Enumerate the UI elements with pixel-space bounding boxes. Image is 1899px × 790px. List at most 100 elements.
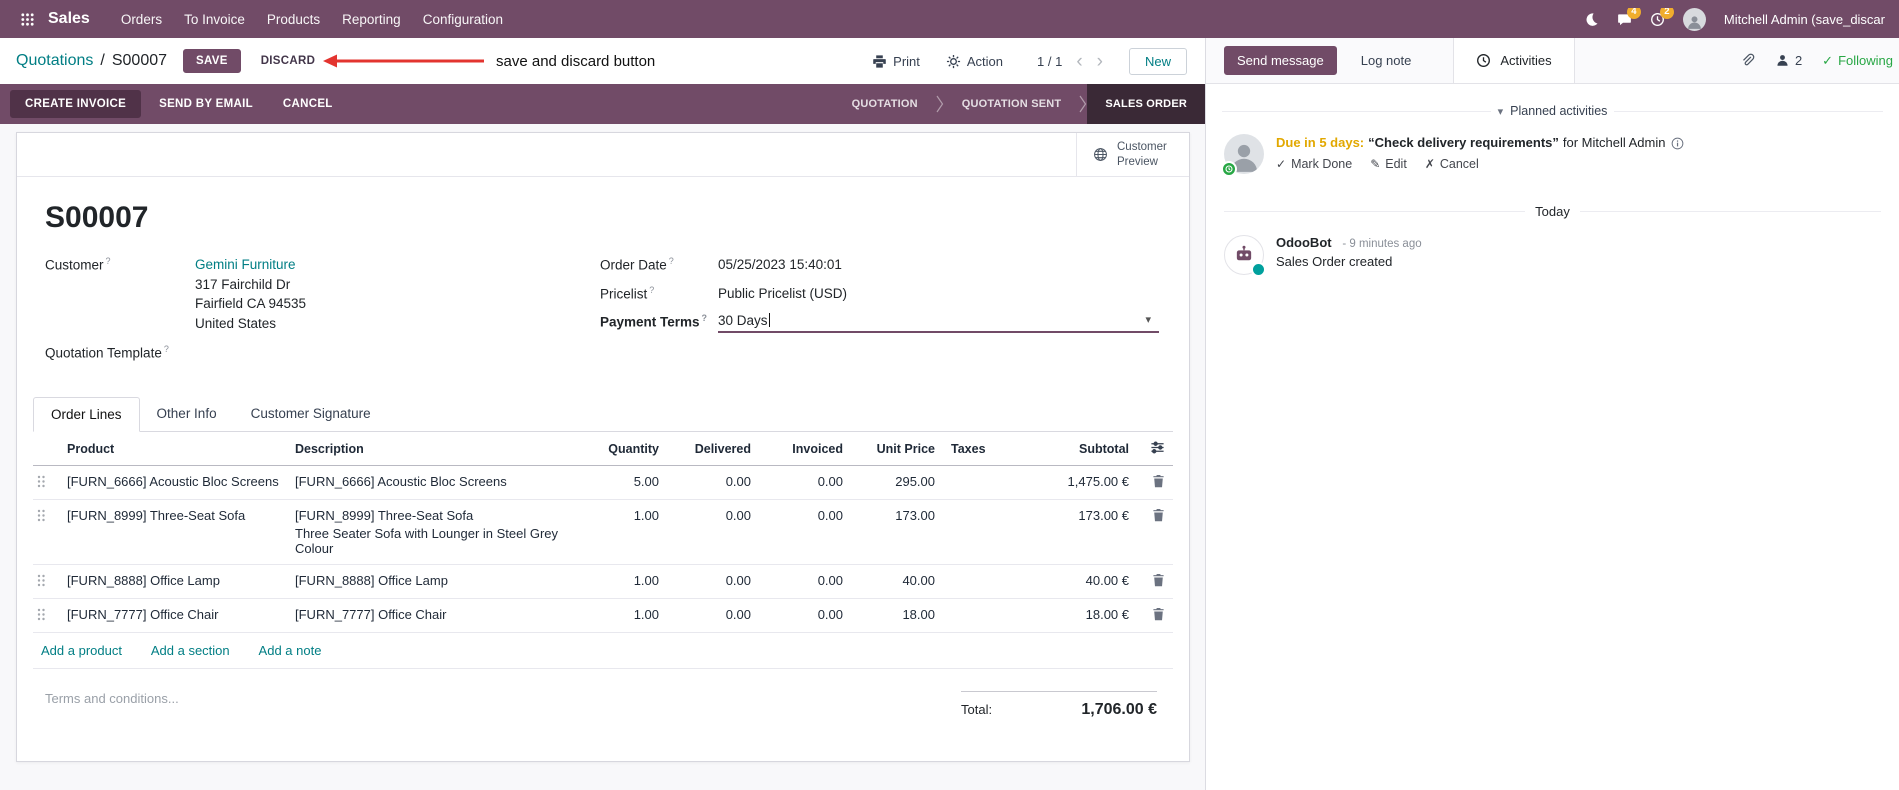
menu-products[interactable]: Products [256,3,331,36]
col-quantity[interactable]: Quantity [575,431,667,466]
tab-order-lines[interactable]: Order Lines [33,396,140,432]
apps-grid-icon[interactable] [14,12,40,27]
cell-taxes[interactable] [943,499,1015,565]
cell-product[interactable]: [FURN_8999] Three-Seat Sofa [59,499,287,565]
order-line-row[interactable]: [FURN_7777] Office Chair [FURN_7777] Off… [33,598,1173,633]
stage-quotation-sent[interactable]: QUOTATION SENT [944,84,1080,124]
cell-description[interactable]: [FURN_8999] Three-Seat Sofa Three Seater … [287,499,575,565]
cell-taxes[interactable] [943,465,1015,500]
cell-taxes[interactable] [943,598,1015,633]
stage-sales-order[interactable]: SALES ORDER [1087,84,1205,124]
cell-unit-price[interactable]: 40.00 [851,564,943,599]
send-by-email-button[interactable]: SEND BY EMAIL [147,91,265,117]
cell-invoiced[interactable]: 0.00 [759,598,851,633]
messages-icon[interactable]: 4 [1617,7,1641,27]
add-note-link[interactable]: Add a note [259,643,322,658]
cell-description[interactable]: [FURN_7777] Office Chair [287,598,575,633]
payment-terms-field[interactable]: 30 Days ▾ [718,312,1159,334]
attachment-paperclip-icon[interactable] [1740,53,1755,68]
delete-line-icon[interactable] [1152,607,1165,621]
cell-quantity[interactable]: 1.00 [575,564,667,599]
col-unit-price[interactable]: Unit Price [851,431,943,466]
send-message-button[interactable]: Send message [1224,46,1337,75]
col-invoiced[interactable]: Invoiced [759,431,851,466]
cell-quantity[interactable]: 5.00 [575,465,667,500]
order-date-field[interactable]: 05/25/2023 15:40:01 [718,255,1159,275]
cell-product[interactable]: [FURN_6666] Acoustic Bloc Screens [59,465,287,500]
add-section-link[interactable]: Add a section [151,643,230,658]
cell-delivered[interactable]: 0.00 [667,598,759,633]
drag-handle-icon[interactable] [35,508,59,523]
info-icon[interactable] [1671,137,1684,150]
activities-clock-icon[interactable]: 2 [1650,7,1674,27]
breadcrumb-quotations[interactable]: Quotations [16,52,93,70]
cell-unit-price[interactable]: 18.00 [851,598,943,633]
cell-product[interactable]: [FURN_7777] Office Chair [59,598,287,633]
cell-quantity[interactable]: 1.00 [575,598,667,633]
menu-reporting[interactable]: Reporting [331,3,412,36]
menu-orders[interactable]: Orders [110,3,173,36]
cell-invoiced[interactable]: 0.00 [759,564,851,599]
activities-tab[interactable]: Activities [1453,38,1575,83]
mark-done-button[interactable]: ✓ Mark Done [1276,157,1352,171]
followers-button[interactable]: 2 [1775,53,1802,68]
col-description[interactable]: Description [287,431,575,466]
add-product-link[interactable]: Add a product [41,643,122,658]
drag-handle-icon[interactable] [35,573,59,588]
cell-description[interactable]: [FURN_6666] Acoustic Bloc Screens [287,465,575,500]
order-line-row[interactable]: [FURN_8888] Office Lamp [FURN_8888] Offi… [33,564,1173,599]
cell-unit-price[interactable]: 295.00 [851,465,943,500]
terms-placeholder[interactable]: Terms and conditions... [45,691,179,706]
delete-line-icon[interactable] [1152,508,1165,522]
edit-activity-button[interactable]: ✎ Edit [1370,157,1407,171]
cell-delivered[interactable]: 0.00 [667,465,759,500]
customer-preview-button[interactable]: Customer Preview [1076,133,1189,176]
col-delivered[interactable]: Delivered [667,431,759,466]
odoobot-avatar[interactable] [1224,235,1266,277]
delete-line-icon[interactable] [1152,573,1165,587]
cell-unit-price[interactable]: 173.00 [851,499,943,565]
user-menu[interactable]: Mitchell Admin (save_discar [1724,12,1885,27]
print-button[interactable]: Print [872,54,920,69]
col-subtotal[interactable]: Subtotal [1015,431,1137,466]
order-line-row[interactable]: [FURN_6666] Acoustic Bloc Screens [FURN_… [33,465,1173,500]
discard-button[interactable]: DISCARD [253,50,324,72]
action-button[interactable]: Action [946,54,1003,69]
planned-activities-header[interactable]: ▾ Planned activities [1222,104,1883,118]
tab-other-info[interactable]: Other Info [140,397,234,432]
create-invoice-button[interactable]: CREATE INVOICE [10,90,142,118]
menu-to-invoice[interactable]: To Invoice [173,3,256,36]
optional-columns-icon[interactable] [1150,440,1165,455]
cell-delivered[interactable]: 0.00 [667,499,759,565]
delete-line-icon[interactable] [1152,474,1165,488]
menu-configuration[interactable]: Configuration [412,3,514,36]
pricelist-field[interactable]: Public Pricelist (USD) [718,284,1159,304]
pager-next-icon[interactable]: › [1097,52,1103,71]
cell-description[interactable]: [FURN_8888] Office Lamp [287,564,575,599]
col-taxes[interactable]: Taxes [943,431,1015,466]
dark-mode-moon-icon[interactable] [1584,12,1599,27]
order-line-row[interactable]: [FURN_8999] Three-Seat Sofa [FURN_8999] … [33,499,1173,565]
log-note-button[interactable]: Log note [1361,53,1412,68]
tab-customer-signature[interactable]: Customer Signature [234,397,388,432]
cell-invoiced[interactable]: 0.00 [759,499,851,565]
save-button[interactable]: SAVE [183,49,241,73]
user-avatar[interactable] [1682,7,1706,31]
drag-handle-icon[interactable] [35,474,59,489]
cell-invoiced[interactable]: 0.00 [759,465,851,500]
new-button[interactable]: New [1128,47,1187,75]
cancel-activity-button[interactable]: ✗ Cancel [1425,157,1479,171]
cell-quantity[interactable]: 1.00 [575,499,667,565]
cell-taxes[interactable] [943,564,1015,599]
cell-delivered[interactable]: 0.00 [667,564,759,599]
cancel-button[interactable]: CANCEL [271,91,345,117]
app-name[interactable]: Sales [48,10,90,28]
stage-quotation[interactable]: QUOTATION [834,84,936,124]
activity-avatar[interactable] [1221,134,1264,177]
pager-prev-icon[interactable]: ‹ [1076,52,1082,71]
dropdown-caret-icon[interactable]: ▾ [1145,313,1151,326]
drag-handle-icon[interactable] [35,607,59,622]
message-author[interactable]: OdooBot [1276,235,1332,250]
cell-product[interactable]: [FURN_8888] Office Lamp [59,564,287,599]
following-button[interactable]: ✓ Following [1822,53,1893,69]
